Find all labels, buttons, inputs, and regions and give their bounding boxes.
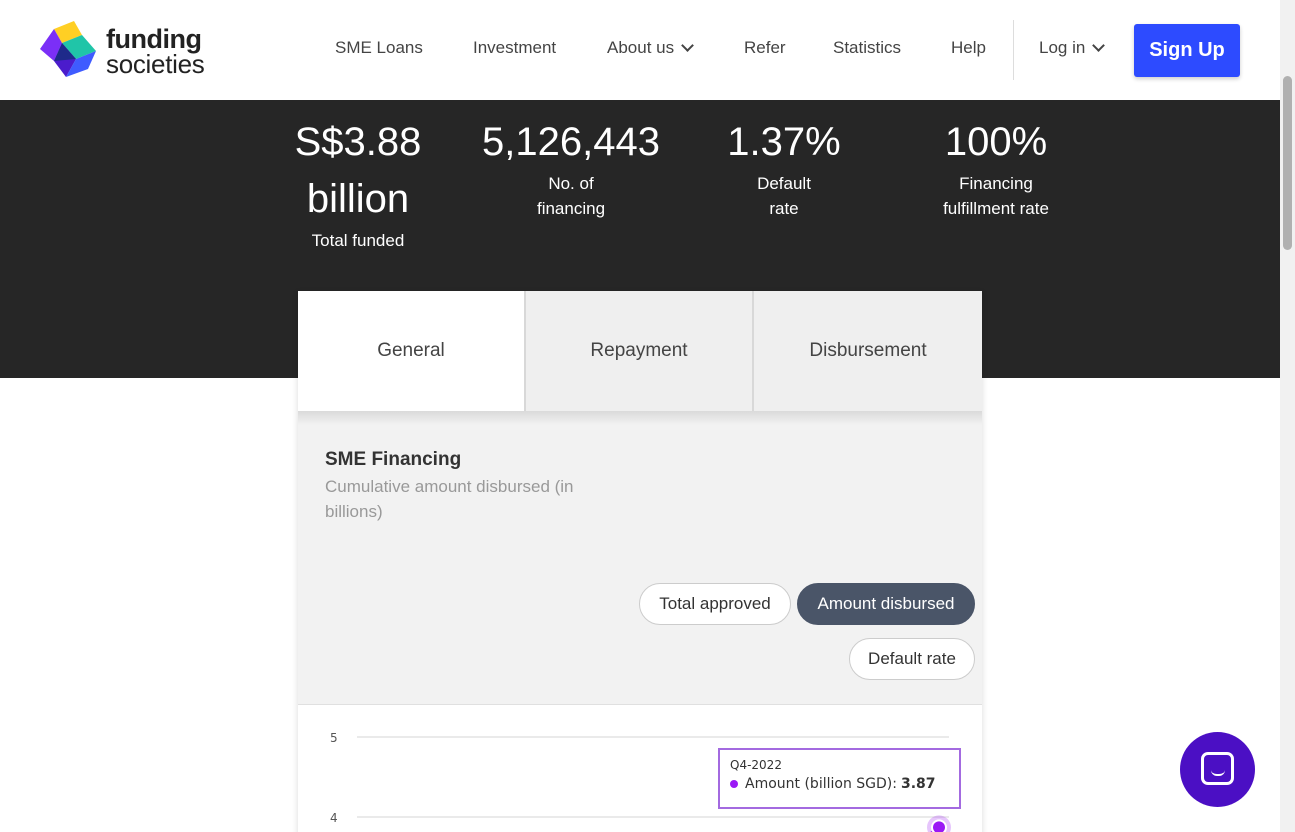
- logo-line-1: funding: [106, 24, 202, 54]
- scrollbar-thumb[interactable]: [1283, 76, 1292, 250]
- page-scrollbar[interactable]: [1280, 0, 1295, 832]
- stat-total-funded: S$3.88 billion Total funded: [278, 114, 438, 253]
- series-dot-icon: [730, 780, 738, 788]
- chevron-down-icon: [1092, 39, 1106, 52]
- stat-value: 1.37%: [727, 120, 841, 164]
- tooltip-title: Q4-2022: [730, 758, 782, 772]
- sign-up-button[interactable]: Sign Up: [1134, 24, 1240, 77]
- filter-amount-disbursed[interactable]: Amount disbursed: [797, 583, 975, 625]
- chart-tooltip: Q4-2022 Amount (billion SGD): 3.87: [718, 748, 961, 809]
- sme-financing-chart: 5 4 Q4-2022 Amount (billion SGD): 3.87: [298, 704, 982, 832]
- tab-shadow: [298, 411, 982, 425]
- nav-about-us[interactable]: About us: [607, 38, 694, 58]
- nav-about-us-label: About us: [607, 38, 675, 57]
- logo-mark-icon: [40, 21, 96, 77]
- nav-investment[interactable]: Investment: [473, 38, 556, 58]
- stat-label-1: Default: [757, 174, 811, 193]
- logo-line-2: societies: [106, 49, 205, 79]
- chat-smile-icon: [1211, 770, 1225, 776]
- stat-fulfillment-rate: 100% Financing fulfillment rate: [906, 114, 1086, 221]
- nav-log-in-label: Log in: [1039, 38, 1086, 57]
- funding-societies-logo[interactable]: funding societies: [40, 21, 220, 81]
- nav-sme-loans[interactable]: SME Loans: [335, 38, 423, 58]
- section-subtitle: Cumulative amount disbursed (in billions…: [325, 477, 574, 521]
- statistics-card: General Repayment Disbursement SME Finan…: [298, 291, 982, 832]
- tooltip-label: Amount (billion SGD):: [745, 776, 897, 792]
- filter-total-approved[interactable]: Total approved: [639, 583, 791, 625]
- stat-label-2: financing: [536, 199, 606, 218]
- tab-repayment[interactable]: Repayment: [526, 291, 754, 411]
- chat-icon: [1201, 752, 1234, 785]
- stat-label: Total funded: [311, 231, 405, 250]
- section-title: SME Financing: [325, 449, 462, 470]
- nav-help[interactable]: Help: [951, 38, 986, 58]
- data-point[interactable]: [931, 819, 947, 832]
- stat-no-of-financing: 5,126,443 No. of financing: [471, 114, 671, 221]
- chat-launcher-button[interactable]: [1180, 732, 1255, 807]
- stat-label-2: rate: [769, 199, 799, 218]
- stat-value: S$3.88: [294, 120, 422, 164]
- stat-label-2: fulfillment rate: [943, 199, 1049, 218]
- stat-default-rate: 1.37% Default rate: [704, 114, 864, 221]
- logo-wordmark: funding societies: [106, 24, 205, 79]
- tooltip-row: Amount (billion SGD): 3.87: [730, 776, 949, 792]
- y-tick-label: 5: [330, 731, 338, 745]
- site-header: funding societies SME Loans Investment A…: [0, 0, 1280, 100]
- stat-value: 5,126,443: [482, 120, 660, 164]
- stat-value: 100%: [944, 120, 1048, 164]
- tab-general[interactable]: General: [298, 291, 526, 411]
- filter-default-rate[interactable]: Default rate: [849, 638, 975, 680]
- nav-divider: [1013, 20, 1014, 80]
- stat-label-1: Financing: [959, 174, 1033, 193]
- nav-statistics[interactable]: Statistics: [833, 38, 901, 58]
- nav-refer[interactable]: Refer: [744, 38, 786, 58]
- chevron-down-icon: [681, 39, 694, 52]
- y-tick-label: 4: [330, 811, 338, 825]
- tab-bar: General Repayment Disbursement: [298, 291, 982, 411]
- stat-value-unit: billion: [306, 177, 410, 221]
- tooltip-value: 3.87: [900, 776, 936, 792]
- nav-log-in[interactable]: Log in: [1039, 38, 1106, 58]
- tab-disbursement[interactable]: Disbursement: [754, 291, 982, 411]
- stat-label-1: No. of: [548, 174, 594, 193]
